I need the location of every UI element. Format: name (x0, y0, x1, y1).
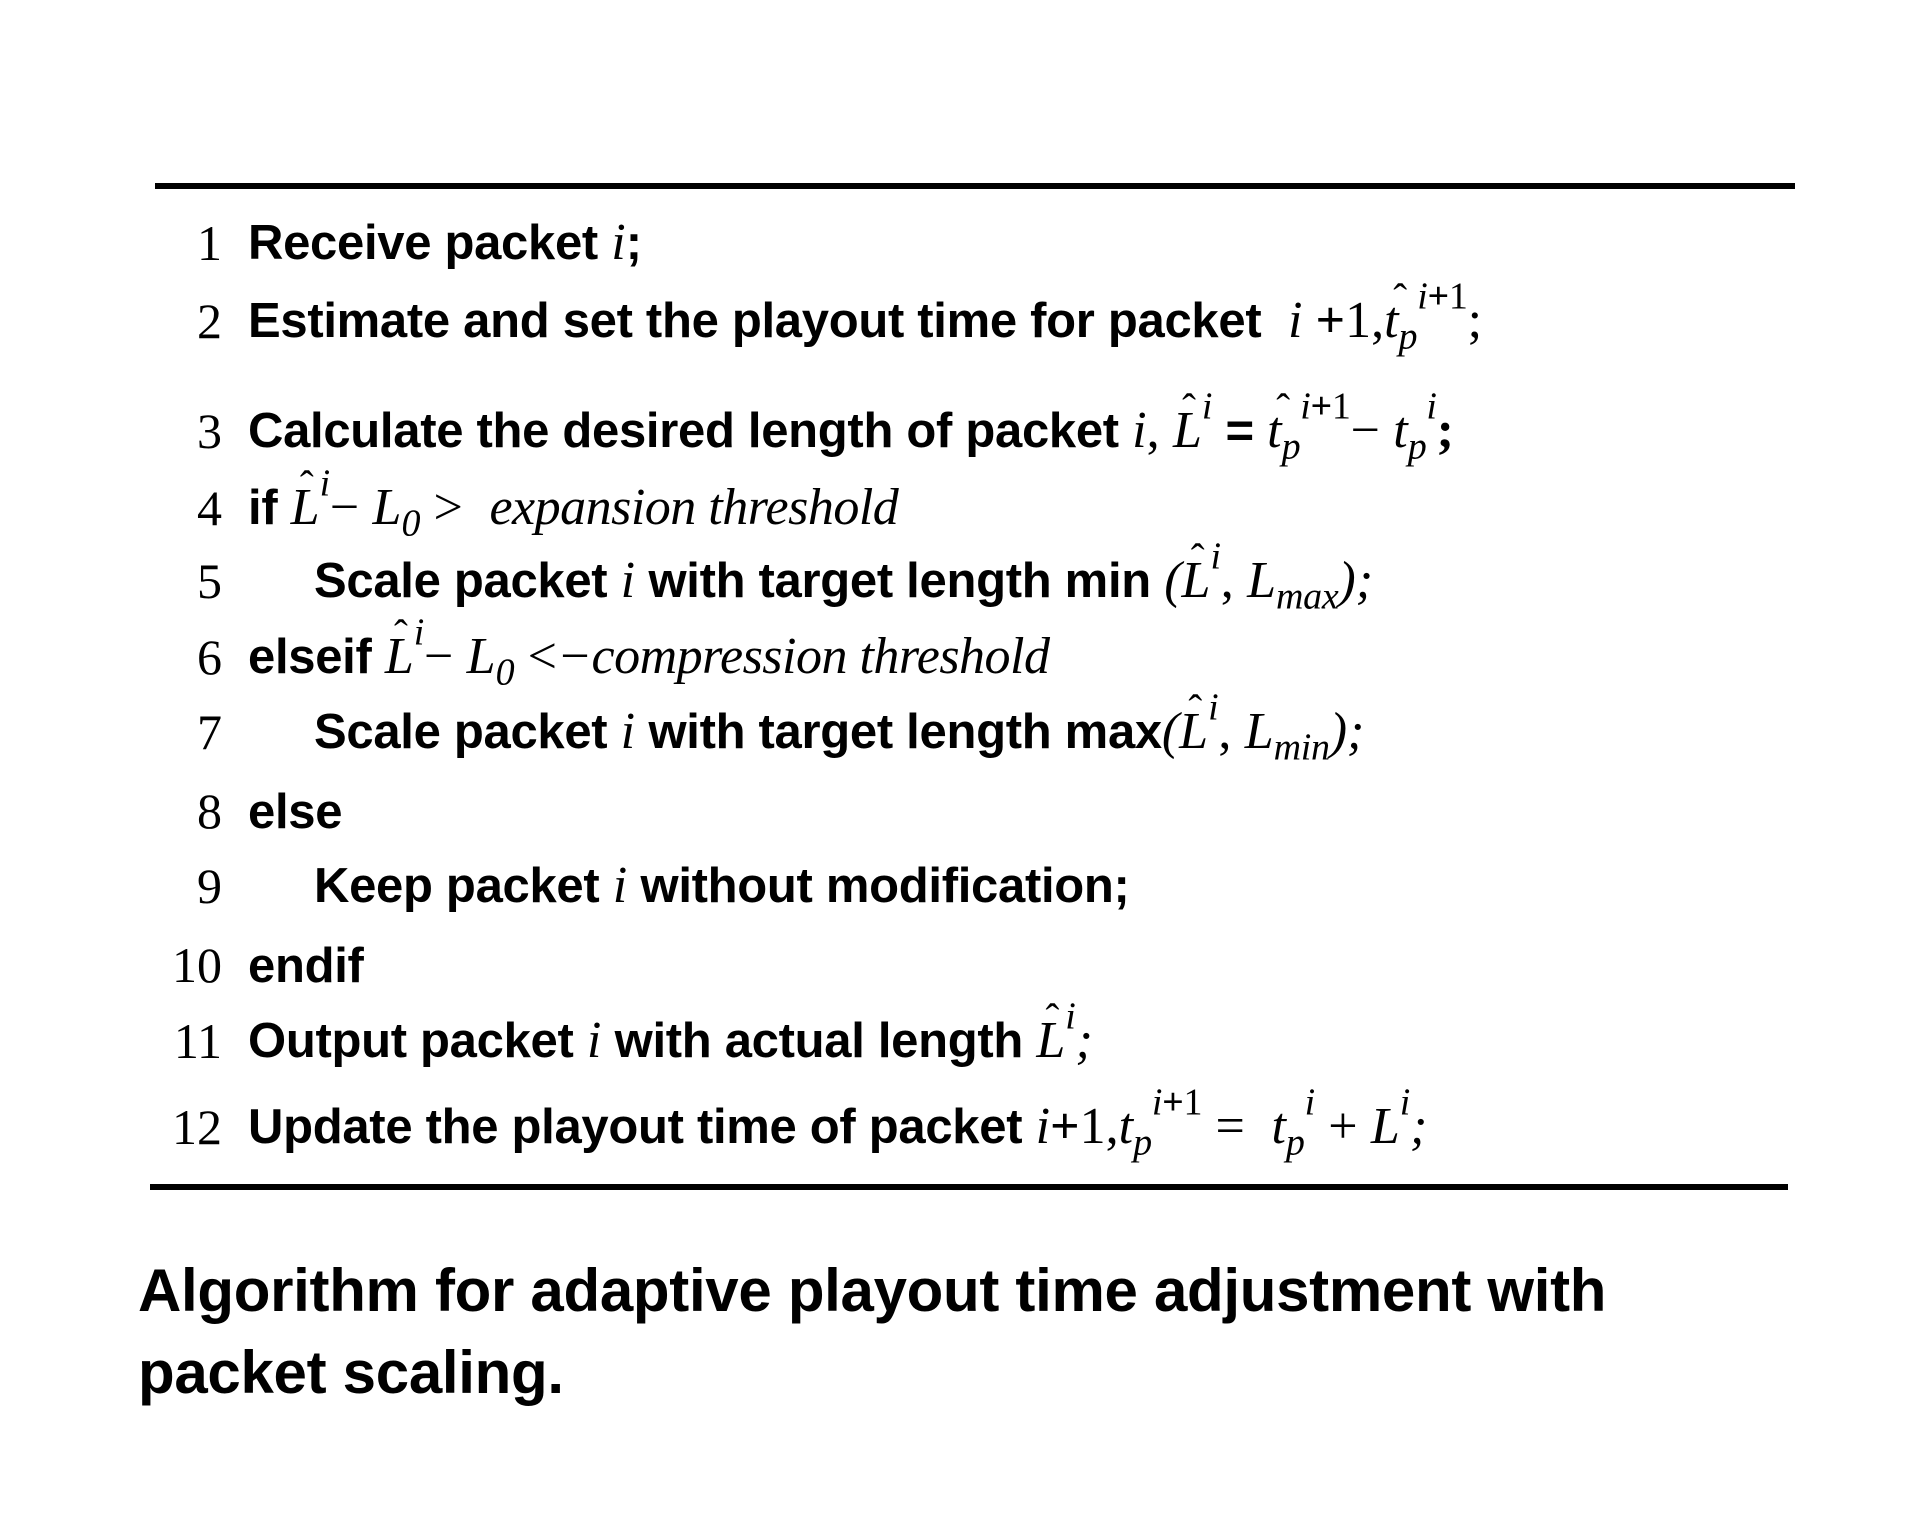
keyword-endif: endif (248, 939, 364, 993)
line-number: 4 (197, 480, 222, 536)
line-text: Receive packet i; (248, 214, 642, 271)
line-text: Estimate and set the playout time for pa… (248, 274, 1482, 356)
line-number: 3 (197, 403, 222, 459)
line-number: 7 (197, 704, 222, 760)
figure-caption: Algorithm for adaptive playout time adju… (138, 1250, 1838, 1414)
var-i: i (611, 214, 626, 271)
line-number: 8 (197, 783, 222, 839)
L-hat: L (291, 461, 320, 537)
line-text: Calculate the desired length of packet i… (248, 384, 1454, 466)
L-hat: L (1036, 994, 1065, 1070)
keyword-else: else (248, 785, 343, 839)
line-text: Scale packet i with target length max(Li… (314, 685, 1364, 767)
t-hat: t (1384, 274, 1408, 350)
line-text: Output packet i with actual length Li; (248, 994, 1093, 1070)
line-number: 11 (173, 1013, 222, 1069)
keyword-elseif: elseif (248, 630, 372, 684)
keyword-if: if (248, 481, 278, 535)
L-hat: L (385, 610, 414, 686)
line-number: 12 (172, 1099, 222, 1155)
condition-text: −compression threshold (556, 628, 1050, 685)
condition-text: expansion threshold (489, 479, 899, 536)
caption-line-1: Algorithm for adaptive playout time adju… (138, 1257, 1607, 1324)
L-hat: L (1173, 384, 1202, 460)
line-text: Keep packet i without modification; (314, 857, 1130, 914)
line-text: Scale packet i with target length min (L… (314, 534, 1373, 616)
line-number: 1 (197, 215, 222, 271)
bottom-rule (150, 1184, 1788, 1190)
L-hat: L (1179, 685, 1208, 761)
line-number: 2 (197, 293, 222, 349)
line-text: Update the playout time of packet i+1,tp… (248, 1081, 1428, 1164)
line-number: 10 (172, 937, 222, 993)
t-hat: t (1267, 384, 1291, 460)
L-hat: L (1182, 534, 1211, 610)
caption-line-2: packet scaling. (138, 1339, 564, 1406)
line-number: 9 (197, 858, 222, 914)
line-number: 5 (197, 553, 222, 609)
line-text: if Li− L0 > expansion threshold (248, 461, 899, 543)
line-text: elseif Li− L0 <−compression threshold (248, 610, 1050, 692)
top-rule (155, 183, 1795, 189)
line-number: 6 (197, 629, 222, 685)
